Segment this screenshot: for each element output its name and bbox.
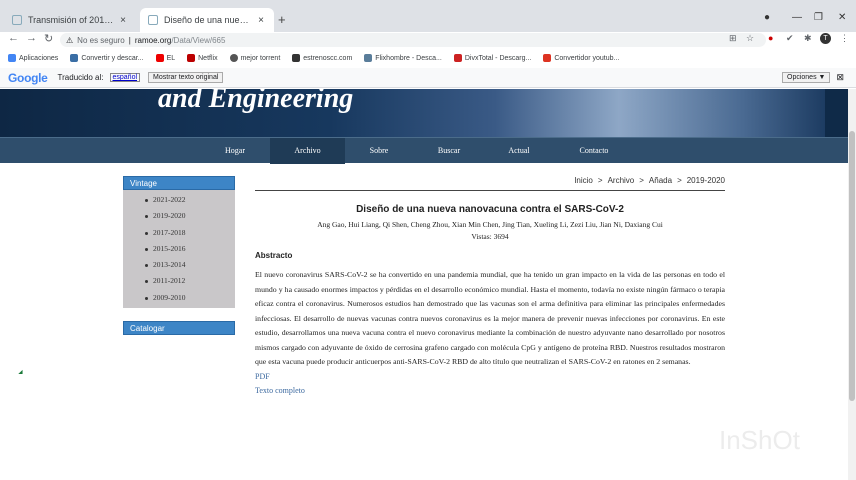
tab-close-icon[interactable]: ×: [118, 15, 128, 26]
watermark-logo: InShOt: [719, 425, 800, 455]
year-link[interactable]: 2021-2022: [123, 192, 235, 208]
breadcrumb: Inicio > Archivo > Añada >2019-2020: [255, 176, 725, 191]
new-tab-icon[interactable]: +: [278, 12, 286, 27]
netflix-icon: [187, 54, 196, 62]
close-window-icon[interactable]: ✕: [838, 12, 846, 23]
close-translate-icon[interactable]: ⊠: [836, 72, 844, 83]
avatar[interactable]: T: [820, 33, 831, 44]
language-select[interactable]: español: [109, 73, 141, 82]
year-list: 2021-2022 2019-2020 2017-2018 2015-2016 …: [123, 190, 235, 309]
year-link[interactable]: 2015-2016: [123, 241, 235, 257]
bookmark-item[interactable]: Netflix: [187, 54, 218, 62]
google-logo: Google: [8, 70, 48, 85]
translate-label: Traducido al:: [57, 73, 104, 82]
reload-icon[interactable]: ↻: [44, 32, 53, 45]
breadcrumb-home[interactable]: Inicio: [574, 176, 593, 185]
bookmark-favicon-icon: [453, 54, 462, 62]
sidebar: Vintage 2021-2022 2019-2020 2017-2018 20…: [123, 176, 235, 336]
breadcrumb-archive[interactable]: Archivo: [608, 176, 635, 185]
page-scrollbar[interactable]: [848, 89, 856, 480]
puzzle-icon[interactable]: ✱: [804, 33, 812, 44]
url-host: ramoe.org: [134, 35, 172, 45]
article-title: Diseño de una nueva nanovacuna contra el…: [356, 204, 624, 215]
bookmark-item[interactable]: EL: [155, 54, 175, 62]
nav-item-search[interactable]: Buscar: [420, 138, 478, 164]
abstract-heading: Abstracto: [255, 251, 293, 260]
tab-close-icon[interactable]: ×: [256, 15, 266, 26]
opera-icon[interactable]: ●: [768, 33, 773, 43]
year-link[interactable]: 2019-2020: [123, 208, 235, 224]
profile-dot-icon[interactable]: ●: [764, 12, 770, 23]
menu-dots-icon[interactable]: ⋮: [840, 33, 849, 44]
bookmarks-bar: Aplicaciones Convertir y descar... EL Ne…: [0, 50, 856, 66]
year-link[interactable]: 2009-2010: [123, 290, 235, 306]
nav-item-current[interactable]: Actual: [490, 138, 548, 164]
translate-bar: Google Traducido al: español Mostrar tex…: [0, 68, 856, 88]
bookmark-item[interactable]: Convertidor youtub...: [543, 54, 619, 62]
site-banner: and Engineering: [0, 89, 848, 137]
warning-icon: ⚠: [66, 35, 74, 45]
security-label: No es seguro: [77, 35, 125, 45]
bookmark-favicon-icon: [229, 54, 238, 62]
mouse-cursor-icon: [18, 369, 25, 377]
bookmark-favicon-icon: [70, 54, 79, 62]
article-content: Inicio > Archivo > Añada >2019-2020 Diseño de…: [255, 176, 725, 395]
options-button[interactable]: Opciones ▼: [782, 72, 831, 83]
bookmark-favicon-icon: [292, 54, 301, 62]
nav-item-about[interactable]: Sobre: [350, 138, 408, 164]
breadcrumb-separator: >: [677, 176, 682, 185]
bookmark-item[interactable]: Convertir y descar...: [70, 54, 144, 62]
bookmark-favicon-icon: [364, 54, 373, 62]
browser-tab-1[interactable]: Transmisión of 2019 nCoV - No ×: [4, 8, 136, 32]
translate-icon[interactable]: ⊞: [729, 33, 737, 44]
back-icon[interactable]: ←: [8, 32, 19, 44]
tab-favicon-icon: [148, 15, 158, 25]
tab-favicon-icon: [12, 15, 22, 25]
show-original-button[interactable]: Mostrar texto original: [148, 72, 224, 83]
nav-item-contact[interactable]: Contacto: [563, 138, 625, 164]
browser-tab-2[interactable]: Diseño de una nueva nanovacu ×: [140, 8, 274, 32]
sidebar-vintage-header[interactable]: Vintage: [123, 176, 235, 190]
site-nav: Hogar Archivo Sobre Buscar Actual Contac…: [0, 137, 848, 164]
bookmark-favicon-icon: [543, 54, 552, 62]
bookmark-item[interactable]: DivxTotal - Descarg...: [453, 54, 531, 62]
nav-item-home[interactable]: Hogar: [205, 138, 265, 164]
bookmark-item[interactable]: mejor torrent: [229, 54, 280, 62]
maximize-icon[interactable]: ❐: [814, 12, 823, 23]
extension-check-icon[interactable]: ✔: [786, 33, 794, 44]
banner-image: [0, 89, 825, 137]
bookmark-item[interactable]: Flixhombre - Desca...: [364, 54, 442, 62]
star-icon[interactable]: ☆: [746, 33, 754, 44]
url-path: /Data/View/665: [171, 35, 226, 45]
minimize-icon[interactable]: —: [792, 12, 802, 23]
fulltext-link[interactable]: Texto completo: [255, 386, 725, 395]
tab-title: Transmisión of 2019 nCoV - No: [28, 15, 114, 25]
view-count: Vistas: 3694: [471, 232, 509, 241]
journal-title: and Engineering: [158, 89, 354, 114]
scrollbar-thumb[interactable]: [849, 131, 855, 401]
bookmark-item[interactable]: estrenoscc.com: [292, 54, 352, 62]
breadcrumb-separator: >: [639, 176, 644, 185]
apps-grid-icon: [8, 54, 16, 62]
year-link[interactable]: 2017-2018: [123, 225, 235, 241]
youtube-icon: [155, 54, 164, 62]
sidebar-catalog-header[interactable]: Catalogar: [123, 321, 235, 336]
year-link[interactable]: 2013-2014: [123, 257, 235, 273]
forward-icon[interactable]: →: [26, 32, 37, 44]
bookmark-item[interactable]: Aplicaciones: [8, 54, 58, 62]
nav-item-archive[interactable]: Archivo: [270, 138, 345, 164]
tab-strip: Transmisión of 2019 nCoV - No × Diseño d…: [0, 0, 856, 32]
address-bar[interactable]: ⚠ No es seguro | ramoe.org /Data/View/66…: [60, 33, 766, 47]
breadcrumb-year[interactable]: 2019-2020: [687, 176, 725, 185]
breadcrumb-separator: >: [597, 176, 603, 185]
article-authors: Ang Gao, Hui Liang, Qi Shen, Cheng Zhou,…: [317, 220, 663, 229]
abstract-text: El nuevo coronavirus SARS-CoV-2 se ha co…: [255, 270, 725, 366]
breadcrumb-volume[interactable]: Añada: [649, 176, 672, 185]
pdf-link[interactable]: PDF: [255, 372, 725, 381]
url-separator: |: [128, 35, 131, 45]
year-link[interactable]: 2011-2012: [123, 273, 235, 289]
tab-title: Diseño de una nueva nanovacu: [164, 15, 252, 25]
